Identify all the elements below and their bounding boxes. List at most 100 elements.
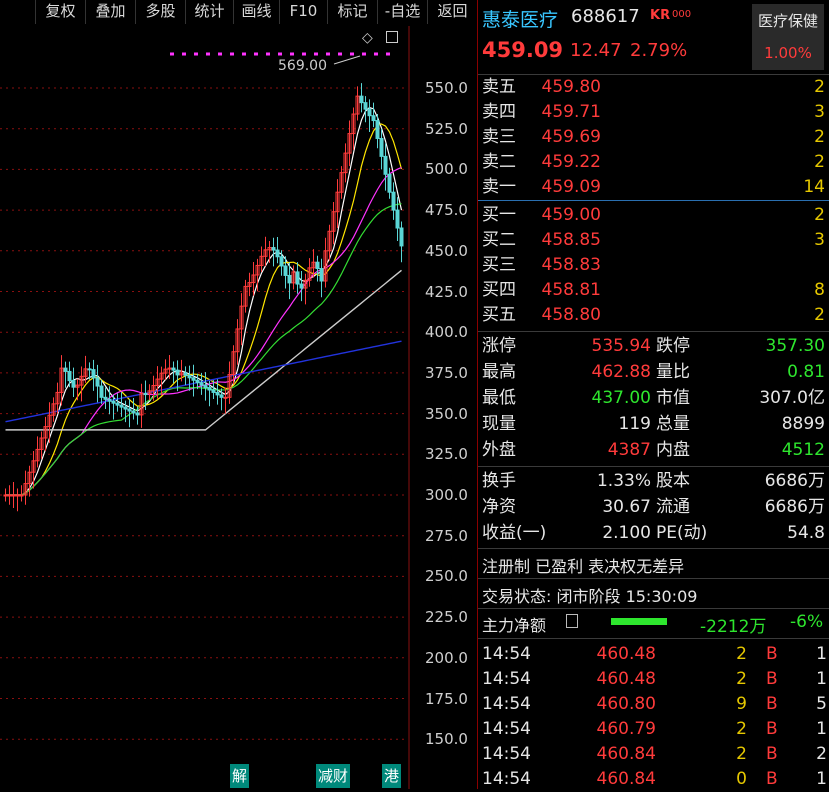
fuquan-button[interactable]: 复权 [36,0,86,24]
candle-body [287,274,292,284]
y-tick-label: 375.0 [425,363,468,382]
candle-body [87,368,92,371]
stat-label: 流通 [656,497,690,517]
back-button[interactable]: 返回 [428,0,477,24]
overlay-button[interactable]: 叠加 [86,0,136,24]
candle-body [223,396,228,399]
candle-body [71,380,76,388]
stat-row: 外盘 4387 内盘 4512 [478,438,829,463]
current-price: 459.09 [482,38,564,62]
stat-value: 1.33% [596,471,651,491]
candle-body [203,384,208,389]
candle-body [183,372,188,376]
bid-label: 买一 [482,205,516,225]
stat-label: 换手 [482,471,516,491]
ask-price: 459.69 [541,127,601,147]
ask-volume: 2 [814,77,825,97]
bid-row: 买三 458.83 [478,253,829,278]
candle-body [107,398,112,402]
stat-label: 最高 [482,362,516,382]
candle-body [211,389,216,393]
candle-body [375,120,380,139]
kr-tag-suffix: 000 [672,9,692,20]
main-flow-bar [611,618,667,625]
diamond-icon[interactable]: ◇ [362,30,373,46]
draw-line-button[interactable]: 画线 [234,0,280,24]
tick-count: 2 [816,744,827,764]
ask-label: 卖一 [482,177,516,197]
marker-jiancai[interactable]: 减财 [316,764,351,788]
tick-count: 1 [816,719,827,739]
ask-price: 459.22 [541,152,601,172]
ask-price: 459.80 [541,77,601,97]
candle-body [115,402,120,406]
tick-time: 14:54 [482,669,531,689]
sector-pct: 1.00% [764,44,812,62]
candle-body [11,494,16,497]
ask-row: 卖五 459.80 2 [478,75,829,100]
stat-row: 换手 1.33% 股本 6686万 [478,469,829,494]
candle-body [19,494,24,497]
ask-label: 卖四 [482,102,516,122]
stat-row: 净资 30.67 流通 6686万 [478,495,829,520]
candle-body [367,108,372,117]
candle-body [131,410,136,414]
stat-value: 437.00 [591,388,651,408]
stat-row: 涨停 535.94 跌停 357.30 [478,334,829,359]
tick-price: 460.84 [596,769,656,789]
mark-button[interactable]: 标记 [328,0,378,24]
ma-line-10 [5,123,403,496]
tick-price: 460.48 [596,644,656,664]
candle-body [319,268,324,282]
sector-box[interactable]: 医疗保健 1.00% [752,4,824,70]
marker-gang[interactable]: 港 [382,764,402,788]
stat-label: 量比 [656,362,690,382]
y-tick-label: 400.0 [425,323,468,342]
high-price-marker: 569.00 [278,58,327,74]
price-change-pct: 2.79% [630,40,688,61]
y-tick-label: 550.0 [425,79,468,97]
bid-label: 买四 [482,280,516,300]
list-icon[interactable] [566,614,578,628]
bid-volume: 8 [814,280,825,300]
tick-count: 5 [816,694,827,714]
bid-row: 买五 458.80 2 [478,303,829,328]
ma-line-120 [5,340,402,423]
ask-row: 卖三 459.69 2 [478,125,829,150]
statistics-button[interactable]: 统计 [186,0,234,24]
sector-name: 医疗保健 [757,12,818,30]
y-tick-label: 175.0 [425,689,468,708]
candle-body [219,394,224,398]
candle-body [295,271,300,285]
stat-value: 357.30 [765,336,825,356]
tick-volume: 2 [736,744,747,764]
candle-body [7,494,12,497]
panel-toggle-icon[interactable] [386,31,398,43]
tick-time: 14:54 [482,769,531,789]
stat-value: 8899 [781,414,825,434]
tick-side: B [766,644,778,664]
candle-body [199,382,204,386]
multi-stock-button[interactable]: 多股 [136,0,186,24]
remove-watchlist-button[interactable]: -自选 [378,0,428,24]
stat-label: 收益(一) [482,523,547,543]
stat-value: 462.88 [591,362,651,382]
marker-jie[interactable]: 解 [230,764,250,788]
candle-body [363,102,368,110]
y-tick-label: 475.0 [425,201,468,220]
y-tick-label: 150.0 [425,730,468,749]
ma-line-60 [5,269,402,431]
f10-button[interactable]: F10 [280,0,328,24]
tick-side: B [766,744,778,764]
kline-svg [0,26,410,789]
tick-side: B [766,769,778,789]
candle-body [63,367,68,372]
candle-body [91,369,96,379]
candle-body [359,95,364,104]
tick-row: 14:54 460.84 0 B 1 [478,767,829,792]
kr-tag: KR [650,8,671,23]
stat-value: 6686万 [764,497,825,517]
ma-line-5 [5,106,403,496]
kline-chart[interactable]: 569.00 ◇ 550.0 525.0 500.0 475.0 450.0 425.0 4… [0,26,477,789]
stat-value: 2.100 [602,523,651,543]
